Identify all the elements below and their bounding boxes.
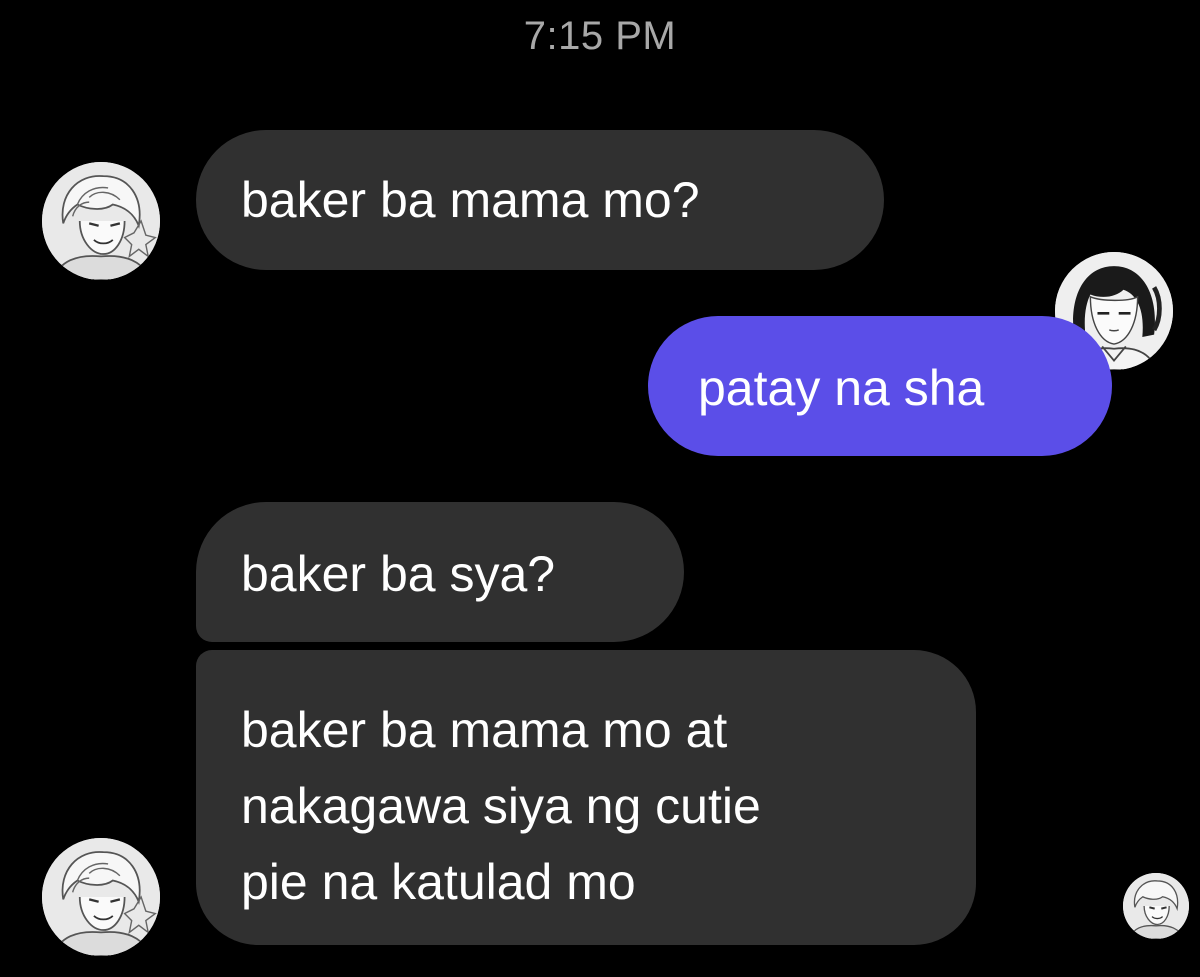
seen-receipt-avatar-icon (1123, 873, 1189, 939)
message-text: baker ba sya? (241, 546, 556, 602)
message-text: baker ba mama mo? (241, 172, 700, 228)
message-text: patay na sha (698, 360, 985, 416)
message-text-line: nakagawa siya ng cutie (241, 778, 761, 834)
contact-avatar-drawing (42, 838, 160, 956)
contact-avatar-icon[interactable] (42, 162, 160, 280)
message-text-line: baker ba mama mo at (241, 702, 728, 758)
incoming-message-bubble[interactable]: baker ba mama mo at nakagawa siya ng cut… (196, 650, 976, 945)
contact-avatar-icon[interactable] (42, 838, 160, 956)
message-text-line: pie na katulad mo (241, 854, 636, 910)
seen-receipt-avatar-drawing (1123, 873, 1189, 939)
message-timestamp: 7:15 PM (523, 14, 677, 58)
incoming-message-bubble[interactable]: baker ba sya? (196, 502, 684, 642)
incoming-message-bubble[interactable]: baker ba mama mo? (196, 130, 884, 270)
contact-avatar-drawing (42, 162, 160, 280)
outgoing-message-bubble[interactable]: patay na sha (648, 316, 1112, 456)
